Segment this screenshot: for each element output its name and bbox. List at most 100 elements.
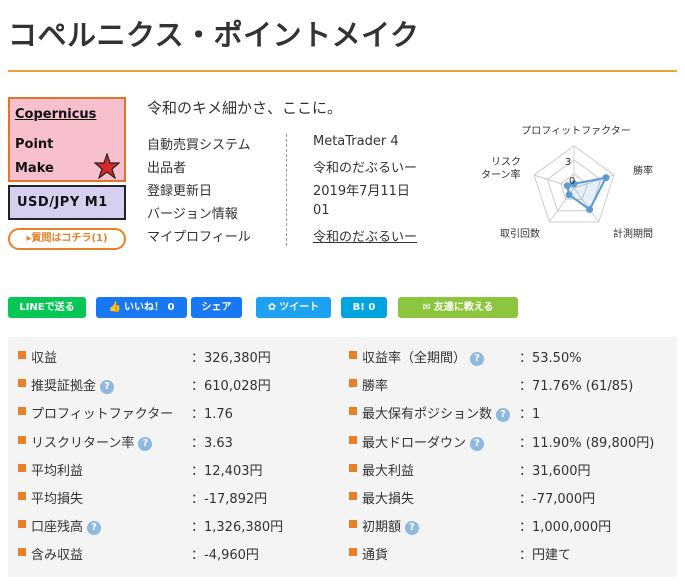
bullet-square-icon	[349, 520, 357, 529]
stat-value: ：1.76	[191, 407, 233, 423]
stat-row: 口座残高? ：1,326,380円	[18, 516, 338, 536]
stat-row: 最大利益 ：31,600円	[349, 460, 669, 480]
info-value: MetaTrader 4	[313, 134, 399, 149]
info-label: バージョン情報	[147, 207, 238, 222]
bullet-square-icon	[349, 435, 357, 444]
envelope-icon: ✉	[422, 302, 431, 313]
stat-value: ：11.90% (89,800円)	[519, 435, 655, 451]
twitter-bird-icon: ✿	[267, 302, 277, 313]
help-icon[interactable]: ?	[100, 380, 115, 395]
facebook-like-button[interactable]: 👍 いいね！ 0	[96, 297, 187, 318]
stat-row: 最大保有ポジション数? ：1	[349, 403, 669, 423]
stat-value: ：31,600円	[519, 463, 591, 479]
facebook-share-button[interactable]: シェア	[191, 297, 242, 318]
stat-label-text: プロフィットファクター	[31, 407, 174, 423]
stat-value: ：-17,892円	[191, 492, 268, 507]
help-icon[interactable]: ?	[87, 521, 102, 536]
stat-label: 最大利益	[362, 460, 414, 479]
radar-scale-min: 0	[569, 176, 575, 187]
stat-value: ：12,403円	[191, 463, 263, 479]
radar-axis-label-bottom-right: 計測期間	[613, 227, 653, 240]
stat-label-text: 収益率（全期間）	[362, 351, 467, 366]
stat-label-text: リスクリターン率	[31, 435, 135, 451]
stat-row: 勝率 ：71.76% (61/85)	[349, 375, 669, 395]
radar-chart: プロフィットファクター 勝率 計測期間 取引回数 リスク ターン率 3 0	[481, 125, 653, 240]
info-label: 自動売買システム	[147, 138, 251, 153]
product-image-line1: Copernicus	[15, 107, 97, 122]
stat-label-text: 口座残高	[31, 520, 84, 536]
bullet-square-icon	[18, 351, 26, 359]
share-label: シェア	[201, 302, 232, 313]
bullet-square-icon	[349, 492, 357, 500]
stat-label: 含み収益	[31, 544, 83, 563]
stat-label-text: 平均損失	[31, 492, 84, 507]
stat-row: 最大損失 ：-77,000円	[349, 488, 669, 508]
question-button[interactable]: ▸質問はコチラ(1)	[8, 228, 126, 250]
radar-point	[565, 191, 573, 199]
help-icon[interactable]: ?	[496, 408, 511, 423]
stats-panel: 収益 ：326,380円 推奨証拠金? ：610,028円 プロフィットファクター ：1.…	[8, 337, 677, 577]
stat-label: 通貨	[362, 544, 388, 563]
line-share-label: LINEで送る	[19, 302, 75, 313]
bullet-square-icon	[18, 548, 26, 557]
product-image-top: Copernicus Point Make	[8, 97, 126, 182]
help-icon[interactable]: ?	[405, 521, 420, 536]
help-icon[interactable]: ?	[470, 352, 485, 366]
info-value: 01	[313, 203, 330, 218]
bullet-square-icon	[349, 379, 357, 388]
stat-label: 最大損失	[362, 488, 414, 507]
stat-label: 最大ドローダウン?	[362, 432, 485, 451]
info-value: 2019年7月11日	[313, 184, 410, 199]
tell-friend-label: 友達に教える	[433, 302, 494, 313]
info-value: 令和のだぶるいー	[313, 161, 418, 176]
help-icon[interactable]: ?	[138, 436, 153, 451]
stat-row: 収益率（全期間）? ：53.50%	[349, 347, 669, 367]
stat-label-text: 最大利益	[362, 463, 415, 479]
info-label: 出品者	[147, 161, 187, 176]
stat-row: 含み収益 ：-4,960円	[18, 544, 338, 564]
radar-scale-max: 3	[565, 157, 571, 168]
stat-label-text: 勝率	[362, 379, 389, 395]
stat-value: ：71.76% (61/85)	[519, 379, 634, 395]
tweet-button[interactable]: ✿ ツイート	[256, 297, 331, 318]
bullet-square-icon	[18, 520, 26, 529]
stat-value: ：53.50%	[519, 351, 582, 366]
catchphrase: 令和のキメ細かさ、ここに。	[147, 99, 343, 117]
info-row-updated: 登録更新日 2019年7月11日	[147, 180, 447, 200]
bullet-square-icon	[18, 379, 26, 388]
product-image-line2: Point	[15, 137, 54, 152]
radar-point	[586, 206, 594, 213]
product-image-line3: Make	[15, 161, 54, 176]
help-icon[interactable]: ?	[470, 436, 485, 451]
stat-row: プロフィットファクター ：1.76	[18, 403, 338, 423]
page-title: コペルニクス・ポイントメイク	[8, 18, 420, 52]
bullet-square-icon	[349, 463, 357, 472]
stat-row: 平均損失 ：-17,892円	[18, 488, 338, 508]
hatena-bookmark-button[interactable]: B! 0	[341, 297, 387, 318]
radar-point	[602, 174, 610, 182]
stat-row: 平均利益 ：12,403円	[18, 460, 338, 480]
title-divider	[8, 70, 677, 72]
stat-value: ：1	[519, 407, 541, 423]
radar-axis-label-top: プロフィットファクター	[521, 125, 630, 137]
info-label: 登録更新日	[147, 184, 213, 199]
stat-label-text: 通貨	[362, 548, 389, 564]
stat-label: 平均損失	[31, 488, 83, 507]
tell-friend-button[interactable]: ✉ 友達に教える	[398, 297, 518, 318]
line-share-button[interactable]: LINEで送る	[8, 297, 86, 318]
stat-row: リスクリターン率? ：3.63	[18, 432, 338, 452]
info-row-system: 自動売買システム MetaTrader 4	[147, 134, 447, 154]
hatena-label: B!	[352, 302, 365, 313]
bullet-square-icon	[18, 435, 26, 444]
stat-label: 最大保有ポジション数?	[362, 403, 511, 423]
stat-label: 収益率（全期間）?	[362, 347, 485, 366]
radar-axis-label-right: 勝率	[633, 164, 653, 177]
stat-value: ：610,028円	[191, 379, 271, 395]
stat-value: ：円建て	[519, 548, 572, 564]
stat-label: 収益	[31, 347, 57, 366]
stat-row: 初期額? ：1,000,000円	[349, 516, 669, 536]
product-pair-label: USD/JPY M1	[17, 195, 108, 210]
profile-link[interactable]: 令和のだぶるいー	[313, 226, 417, 245]
stat-label: 口座残高?	[31, 516, 102, 536]
bullet-square-icon	[18, 407, 26, 416]
